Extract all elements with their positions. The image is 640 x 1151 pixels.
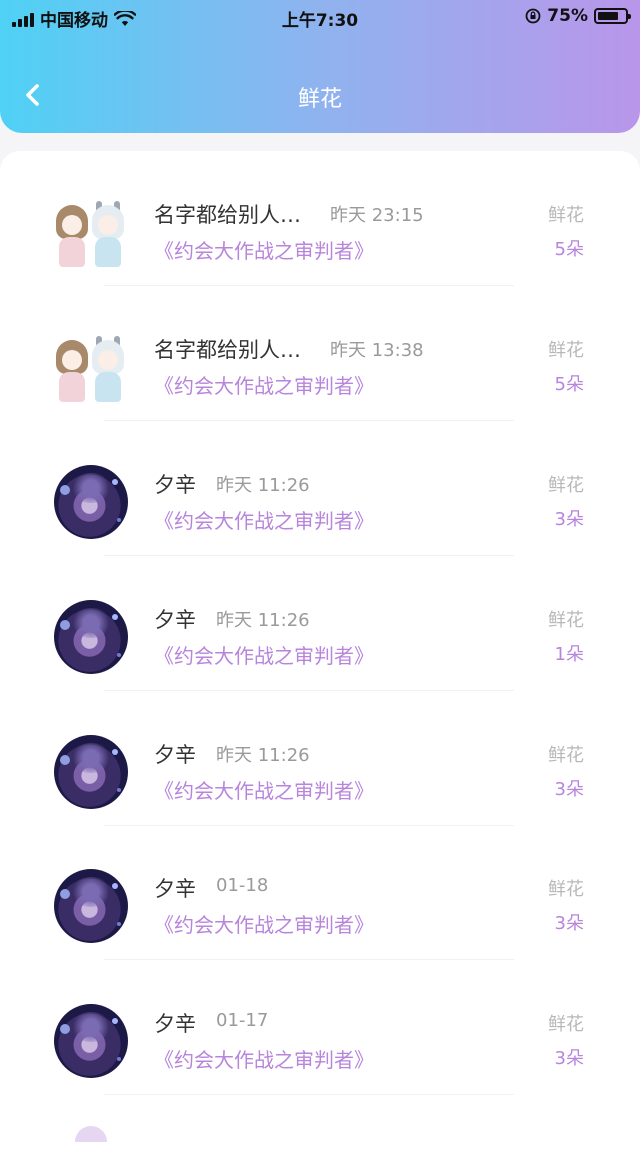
work-title-link[interactable]: 《约会大作战之审判者》 [154, 235, 374, 264]
gift-record-list: 名字都给别人… 昨天 23:15 《约会大作战之审判者》 鲜花 5朵 名字都给别人… 昨天 … [0, 151, 640, 1151]
avatar[interactable] [54, 735, 128, 809]
gift-time: 昨天 11:26 [216, 610, 310, 631]
gift-count: 5朵 [554, 239, 584, 260]
gift-type-label: 鲜花 [548, 1014, 584, 1035]
work-title-link[interactable]: 《约会大作战之审判者》 [154, 775, 374, 804]
gift-time: 昨天 13:38 [330, 340, 424, 361]
gift-count: 3朵 [554, 913, 584, 934]
gift-type-label: 鲜花 [548, 879, 584, 900]
gift-count: 3朵 [554, 1048, 584, 1069]
gift-count: 5朵 [554, 374, 584, 395]
sender-name[interactable]: 夕辛 [154, 604, 196, 634]
avatar[interactable] [54, 465, 128, 539]
list-item[interactable]: 夕辛 01-18 《约会大作战之审判者》 鲜花 3朵 [0, 825, 640, 960]
orientation-lock-icon [525, 8, 541, 24]
work-title-link[interactable]: 《约会大作战之审判者》 [154, 640, 374, 669]
work-title-link[interactable]: 《约会大作战之审判者》 [154, 909, 374, 938]
work-title-link[interactable]: 《约会大作战之审判者》 [154, 505, 374, 534]
gift-time: 昨天 11:26 [216, 745, 310, 766]
list-item[interactable]: 名字都给别人… 昨天 13:38 《约会大作战之审判者》 鲜花 5朵 [0, 286, 640, 421]
sender-name[interactable]: 夕辛 [154, 739, 196, 769]
avatar[interactable] [54, 195, 128, 269]
gift-time: 昨天 23:15 [330, 205, 424, 226]
work-title-link[interactable]: 《约会大作战之审判者》 [154, 370, 374, 399]
avatar[interactable] [54, 869, 128, 943]
status-right: 75% [525, 6, 631, 26]
sender-name[interactable]: 名字都给别人… [154, 334, 301, 364]
header: 中国移动 上午7:30 75% 鲜花 [0, 0, 640, 133]
gift-count: 1朵 [554, 644, 584, 665]
gift-count: 3朵 [554, 779, 584, 800]
gift-type-label: 鲜花 [548, 205, 584, 226]
sender-name[interactable]: 夕辛 [154, 469, 196, 499]
row-divider [104, 1094, 514, 1095]
status-bar: 中国移动 上午7:30 75% [0, 0, 640, 34]
gift-time: 01-18 [216, 875, 269, 896]
battery-percent: 75% [547, 6, 588, 26]
sender-name[interactable]: 夕辛 [154, 1008, 196, 1038]
avatar[interactable] [54, 330, 128, 404]
avatar[interactable] [54, 600, 128, 674]
sender-name[interactable]: 名字都给别人… [154, 199, 301, 229]
work-title-link[interactable]: 《约会大作战之审判者》 [154, 1044, 374, 1073]
gift-type-label: 鲜花 [548, 340, 584, 361]
gift-type-label: 鲜花 [548, 610, 584, 631]
sender-name[interactable]: 夕辛 [154, 873, 196, 903]
list-item[interactable]: 夕辛 昨天 11:26 《约会大作战之审判者》 鲜花 3朵 [0, 421, 640, 556]
battery-icon [594, 8, 631, 24]
gift-type-label: 鲜花 [548, 475, 584, 496]
list-item[interactable]: 夕辛 昨天 11:26 《约会大作战之审判者》 鲜花 1朵 [0, 556, 640, 691]
list-item[interactable]: 名字都给别人… 昨天 23:15 《约会大作战之审判者》 鲜花 5朵 [0, 151, 640, 286]
gift-type-label: 鲜花 [548, 745, 584, 766]
gift-time: 昨天 11:26 [216, 475, 310, 496]
list-item[interactable]: 夕辛 昨天 11:26 《约会大作战之审判者》 鲜花 3朵 [0, 691, 640, 826]
page-title: 鲜花 [297, 87, 342, 112]
list-item[interactable]: 夕辛 01-17 《约会大作战之审判者》 鲜花 3朵 [0, 960, 640, 1095]
gift-time: 01-17 [216, 1010, 269, 1031]
avatar[interactable] [54, 1004, 128, 1078]
gift-count: 3朵 [554, 509, 584, 530]
